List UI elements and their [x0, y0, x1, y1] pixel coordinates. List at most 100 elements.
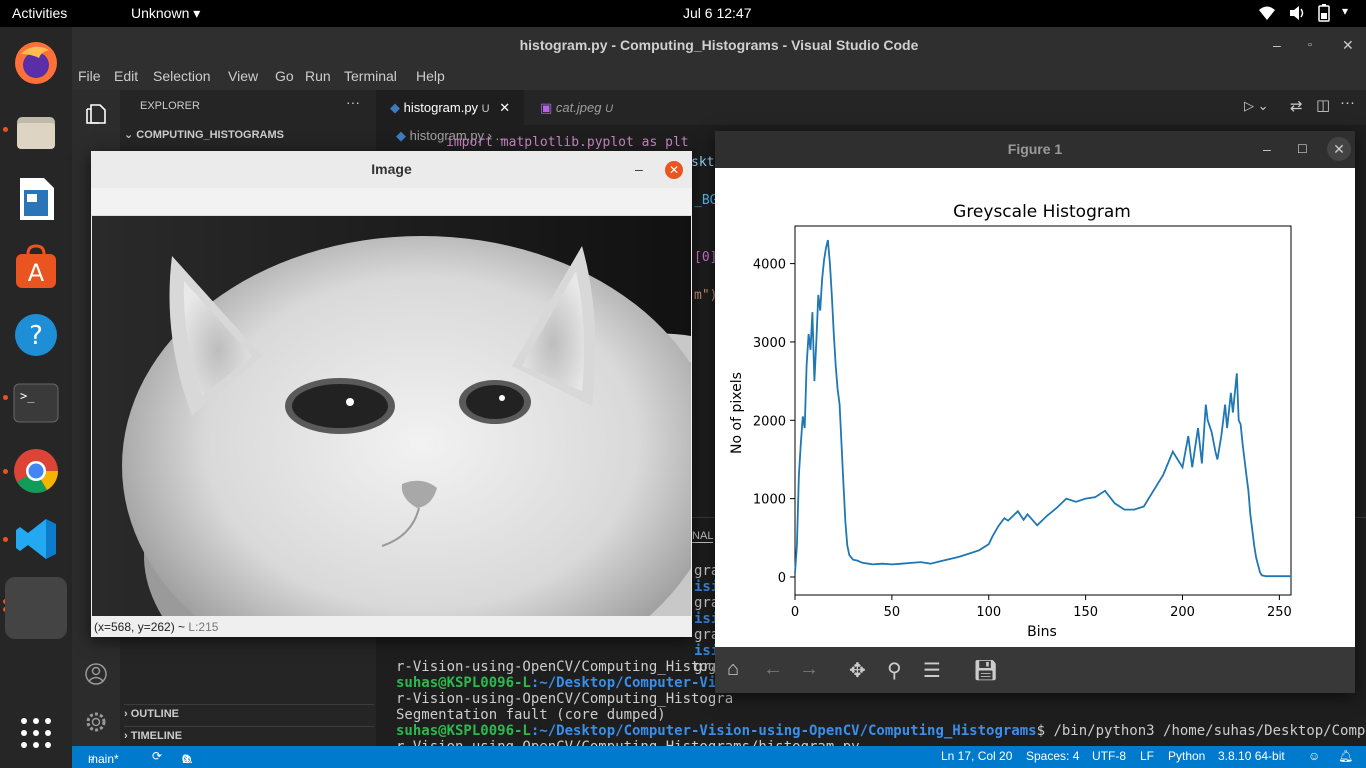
menu-selection[interactable]: Selection — [153, 68, 211, 84]
maximize-button[interactable]: ▫ — [1308, 27, 1312, 64]
clock[interactable]: Jul 6 12:47 — [683, 5, 752, 21]
menu-edit[interactable]: Edit — [114, 68, 138, 84]
caret-down-icon: ▾ — [193, 5, 201, 21]
y-tick-label: 1000 — [753, 493, 786, 508]
window-title: histogram.py - Computing_Histograms - Vi… — [519, 37, 919, 53]
axis-ticks: 0 50 100 150 200 250 0 1000 2000 3000 4000 — [753, 258, 1292, 620]
figure-window: Figure 1 – ☐ ✕ Greyscale Histogram Bins … — [715, 131, 1355, 693]
timeline-section[interactable]: › TIMELINE — [124, 726, 374, 742]
tab-close-icon[interactable]: ✕ — [499, 100, 510, 115]
x-tick-label: 150 — [1073, 605, 1098, 620]
menu-bar: File Edit Selection View Go Run Terminal… — [72, 64, 1366, 90]
tab-cat-jpeg[interactable]: ▣ cat.jpeg U — [524, 90, 640, 125]
more-actions-button[interactable]: ··· — [346, 94, 360, 110]
encoding[interactable]: UTF-8 — [1092, 749, 1126, 763]
home-icon[interactable]: ⌂ — [727, 658, 739, 681]
dock-help[interactable]: ? — [10, 309, 62, 361]
split-editor-icon[interactable]: ◫ — [1316, 96, 1330, 114]
cursor-position[interactable]: Ln 17, Col 20 — [941, 749, 1012, 763]
terminal-line: suhas@KSPL0096-L:~/Desktop/Computer-Visi… — [396, 723, 1366, 739]
menu-view[interactable]: View — [228, 68, 258, 84]
forward-arrow-icon[interactable]: → — [799, 658, 819, 681]
menu-go[interactable]: Go — [275, 68, 294, 84]
window-title: Figure 1 — [1007, 141, 1063, 157]
minimize-button[interactable]: – — [635, 151, 643, 188]
dock-terminal[interactable]: >_ — [10, 377, 62, 429]
dock-vscode[interactable] — [10, 513, 62, 565]
y-tick-label: 3000 — [753, 336, 786, 351]
system-tray[interactable]: ▾ — [1258, 4, 1348, 22]
dock-firefox[interactable] — [10, 37, 62, 89]
feedback-icon[interactable]: ☺ — [1308, 749, 1320, 763]
sync-icon[interactable]: ⟳ — [152, 749, 162, 763]
code-fragment: skt — [691, 155, 715, 170]
python-file-icon: ◆ — [390, 100, 400, 115]
end-of-line[interactable]: LF — [1140, 749, 1154, 763]
close-button[interactable]: ✕ — [1342, 27, 1354, 64]
outline-label: OUTLINE — [130, 708, 180, 720]
activities-button[interactable]: Activities — [12, 5, 67, 21]
project-folder[interactable]: ⌄ COMPUTING_HISTOGRAMS — [124, 128, 284, 141]
minimize-button[interactable]: – — [1263, 131, 1271, 168]
menu-terminal[interactable]: Terminal — [344, 68, 397, 84]
indentation[interactable]: Spaces: 4 — [1026, 749, 1079, 763]
menu-help[interactable]: Help — [416, 68, 445, 84]
plot-area — [794, 225, 1292, 596]
run-python-file-button[interactable]: ▷ ⌄ — [1244, 98, 1269, 114]
battery-icon — [1318, 4, 1330, 22]
dock-writer[interactable] — [10, 173, 62, 225]
terminal-tab[interactable]: INAL — [689, 530, 714, 543]
tab-label: cat.jpeg — [555, 100, 602, 115]
dock-software[interactable]: A — [10, 241, 62, 293]
code-fragment: m") — [694, 288, 718, 303]
figure-window-title-bar: Figure 1 – ☐ ✕ — [715, 131, 1355, 168]
matplotlib-toolbar: ⌂ ← → ✥ ⚲ ☰ 💾︎ — [715, 647, 1355, 693]
app-menu[interactable]: Unknown ▾ — [131, 5, 200, 22]
open-changes-icon[interactable]: ⇄ — [1290, 97, 1303, 115]
branch-label: main* — [88, 752, 119, 766]
minimize-button[interactable]: – — [1273, 27, 1281, 64]
close-button[interactable]: ✕ — [665, 161, 683, 179]
tab-label: histogram.py — [403, 100, 479, 115]
save-icon[interactable]: 💾︎ — [973, 658, 998, 683]
image-window-title-bar: Image – ✕ — [91, 151, 692, 188]
command-text: $ /bin/python3 /home/suhas/Desktop/Compu… — [1036, 723, 1366, 739]
app-menu-label: Unknown — [131, 5, 190, 21]
language-mode[interactable]: Python — [1168, 749, 1205, 763]
menu-run[interactable]: Run — [305, 68, 331, 84]
explorer-icon[interactable] — [84, 102, 108, 126]
chrome-icon — [14, 449, 58, 493]
code-fragment: [0] — [694, 250, 718, 265]
settings-gear-icon[interactable] — [84, 710, 108, 734]
code-fragment: _BG — [694, 193, 718, 208]
more-actions-icon[interactable]: ··· — [1340, 94, 1355, 111]
chevron-down-icon: ⌄ — [124, 129, 137, 141]
close-button[interactable]: ✕ — [1327, 137, 1351, 161]
account-icon[interactable] — [84, 662, 108, 686]
outline-section[interactable]: › OUTLINE — [124, 704, 374, 720]
dock-files[interactable] — [10, 105, 62, 157]
pan-icon[interactable]: ✥ — [849, 658, 866, 683]
python-interpreter[interactable]: 3.8.10 64-bit — [1218, 749, 1285, 763]
window-title: Image — [371, 161, 412, 177]
tab-histogram-py[interactable]: ◆ histogram.py U ✕ — [376, 90, 524, 125]
writer-icon — [20, 178, 54, 220]
menu-file[interactable]: File — [78, 68, 101, 84]
help-icon: ? — [15, 314, 57, 356]
dock-chrome[interactable] — [10, 445, 62, 497]
svg-text:?: ? — [29, 321, 43, 351]
image-status-bar: (x=568, y=262) ~ L:215 — [91, 617, 692, 637]
configure-subplots-icon[interactable]: ☰ — [923, 658, 941, 683]
untracked-badge: U — [605, 103, 614, 115]
back-arrow-icon[interactable]: ← — [763, 658, 783, 681]
zoom-icon[interactable]: ⚲ — [887, 658, 902, 683]
dock-active-window[interactable] — [5, 577, 67, 639]
python-file-icon: ◆ — [396, 128, 406, 143]
svg-text:>_: >_ — [20, 389, 35, 403]
image-canvas[interactable] — [92, 216, 691, 616]
dock-show-apps[interactable] — [10, 707, 62, 759]
untracked-badge: U — [481, 103, 490, 115]
terminal-line: Segmentation fault (core dumped) — [396, 707, 666, 723]
notifications-bell-icon[interactable]: 🔔︎ — [1338, 749, 1353, 763]
maximize-button[interactable]: ☐ — [1297, 131, 1308, 168]
